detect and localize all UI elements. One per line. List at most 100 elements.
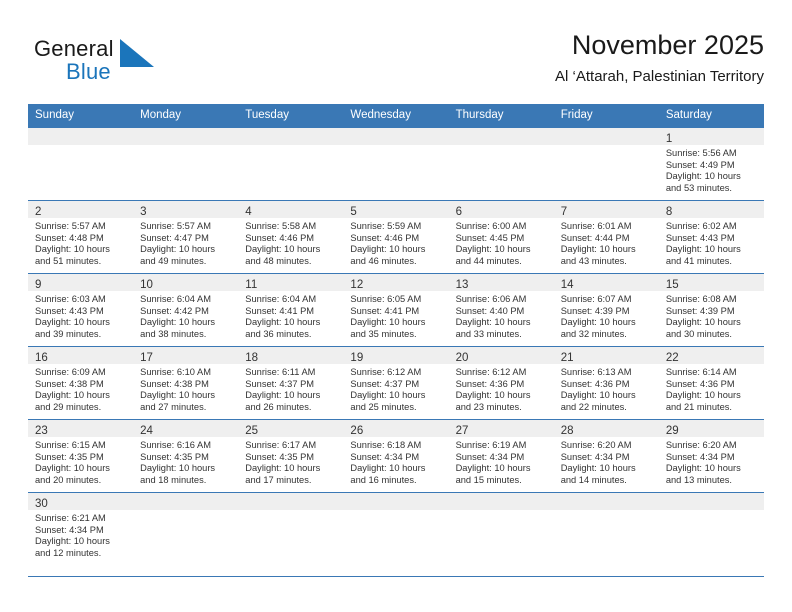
sunrise-text: Sunrise: 6:04 AM	[140, 294, 211, 304]
calendar-day-cell[interactable]: 9 Sunrise: 6:03 AM Sunset: 4:43 PM Daylight…	[28, 273, 134, 347]
daylight-text-line1: Daylight: 10 hours	[665, 171, 741, 182]
calendar-day-cell[interactable]: 10 Sunrise: 6:04 AM Sunset: 4:42 PM Dayligh…	[133, 273, 239, 347]
day-cell-details: Sunrise: 6:05 AM Sunset: 4:41 PM Daylight:…	[343, 291, 448, 340]
day-cell-inner	[238, 493, 344, 565]
day-cell-inner: 23 Sunrise: 6:15 AM Sunset: 4:35 PM Dayligh…	[28, 420, 134, 492]
sunrise-text: Sunrise: 6:16 AM	[140, 440, 211, 450]
daylight-text-line1: Daylight: 10 hours	[560, 244, 636, 255]
calendar-day-cell[interactable]: 19 Sunrise: 6:12 AM Sunset: 4:37 PM Dayligh…	[343, 346, 449, 420]
calendar-day-cell[interactable]: 27 Sunrise: 6:19 AM Sunset: 4:34 PM Dayligh…	[448, 419, 554, 493]
day-cell-details: Sunrise: 5:58 AM Sunset: 4:46 PM Daylight:…	[238, 218, 343, 267]
calendar-day-cell[interactable]: 22 Sunrise: 6:14 AM Sunset: 4:36 PM Dayligh…	[658, 346, 764, 420]
daylight-text-line2: and 51 minutes.	[35, 255, 102, 266]
day-number: 18	[245, 352, 259, 364]
day-number: 22	[665, 352, 679, 364]
calendar-day-cell[interactable]: 29 Sunrise: 6:20 AM Sunset: 4:34 PM Dayligh…	[658, 419, 764, 493]
day-cell-details: Sunrise: 5:57 AM Sunset: 4:48 PM Daylight:…	[28, 218, 133, 267]
calendar-week-row: 2 Sunrise: 5:57 AM Sunset: 4:48 PM Daylight…	[28, 200, 764, 274]
day-cell-inner: 24 Sunrise: 6:16 AM Sunset: 4:35 PM Dayligh…	[133, 420, 239, 492]
day-cell-inner	[133, 493, 239, 565]
day-cell-inner: 11 Sunrise: 6:04 AM Sunset: 4:41 PM Dayligh…	[238, 274, 344, 346]
calendar-day-cell[interactable]: 8 Sunrise: 6:02 AM Sunset: 4:43 PM Daylight…	[658, 200, 764, 274]
day-cell-inner: 1 Sunrise: 5:56 AM Sunset: 4:49 PM Daylight…	[658, 128, 764, 200]
calendar-day-cell[interactable]: 12 Sunrise: 6:05 AM Sunset: 4:41 PM Dayligh…	[343, 273, 449, 347]
calendar-day-cell[interactable]: 18 Sunrise: 6:11 AM Sunset: 4:37 PM Dayligh…	[238, 346, 344, 420]
calendar-page: General Blue November 2025 Al ‘Attarah, …	[0, 0, 792, 612]
calendar-day-cell[interactable]: 16 Sunrise: 6:09 AM Sunset: 4:38 PM Dayligh…	[28, 346, 134, 420]
day-number: 11	[245, 279, 258, 291]
calendar-day-cell[interactable]: 26 Sunrise: 6:18 AM Sunset: 4:34 PM Dayligh…	[343, 419, 449, 493]
brand-logo[interactable]: General Blue	[34, 36, 224, 94]
calendar-day-cell-empty	[238, 127, 344, 201]
day-cell-inner: 4 Sunrise: 5:58 AM Sunset: 4:46 PM Daylight…	[238, 201, 344, 273]
sunset-text: Sunset: 4:45 PM	[455, 232, 525, 243]
calendar-day-cell[interactable]: 15 Sunrise: 6:08 AM Sunset: 4:39 PM Dayligh…	[658, 273, 764, 347]
calendar-day-cell-empty	[658, 492, 764, 565]
sunset-text: Sunset: 4:39 PM	[560, 305, 630, 316]
day-number-band	[553, 128, 659, 145]
calendar-day-cell[interactable]: 2 Sunrise: 5:57 AM Sunset: 4:48 PM Daylight…	[28, 200, 134, 274]
daylight-text-line2: and 33 minutes.	[455, 328, 522, 339]
sunrise-text: Sunrise: 5:58 AM	[245, 221, 317, 231]
day-number: 14	[560, 279, 574, 291]
sunset-text: Sunset: 4:36 PM	[455, 378, 525, 389]
calendar-day-cell[interactable]: 3 Sunrise: 5:57 AM Sunset: 4:47 PM Daylight…	[133, 200, 239, 274]
calendar-day-cell[interactable]: 4 Sunrise: 5:58 AM Sunset: 4:46 PM Daylight…	[238, 200, 344, 274]
sunrise-text: Sunrise: 6:12 AM	[350, 367, 422, 377]
day-cell-inner	[343, 493, 449, 565]
daylight-text-line2: and 36 minutes.	[245, 328, 312, 339]
day-cell-inner: 26 Sunrise: 6:18 AM Sunset: 4:34 PM Dayligh…	[343, 420, 449, 492]
day-cell-inner: 25 Sunrise: 6:17 AM Sunset: 4:35 PM Dayligh…	[238, 420, 344, 492]
weekday-header-friday: Friday	[553, 104, 659, 128]
calendar-day-cell[interactable]: 11 Sunrise: 6:04 AM Sunset: 4:41 PM Dayligh…	[238, 273, 344, 347]
day-number: 27	[455, 425, 469, 437]
calendar-day-cell[interactable]: 1 Sunrise: 5:56 AM Sunset: 4:49 PM Daylight…	[658, 127, 764, 201]
calendar-day-cell[interactable]: 13 Sunrise: 6:06 AM Sunset: 4:40 PM Dayligh…	[448, 273, 554, 347]
sunset-text: Sunset: 4:36 PM	[665, 378, 735, 389]
calendar-day-cell[interactable]: 7 Sunrise: 6:01 AM Sunset: 4:44 PM Daylight…	[553, 200, 659, 274]
day-cell-inner: 8 Sunrise: 6:02 AM Sunset: 4:43 PM Daylight…	[658, 201, 764, 273]
calendar-table: Sunday Monday Tuesday Wednesday Thursday…	[28, 104, 764, 565]
daylight-text-line1: Daylight: 10 hours	[140, 390, 216, 401]
calendar-day-cell[interactable]: 20 Sunrise: 6:12 AM Sunset: 4:36 PM Dayligh…	[448, 346, 554, 420]
day-number-band: 19	[343, 347, 449, 364]
daylight-text-line1: Daylight: 10 hours	[350, 244, 426, 255]
sunset-text: Sunset: 4:34 PM	[455, 451, 525, 462]
sunset-text: Sunset: 4:46 PM	[350, 232, 420, 243]
calendar-day-cell[interactable]: 24 Sunrise: 6:16 AM Sunset: 4:35 PM Dayligh…	[133, 419, 239, 493]
day-number-band: 8	[658, 201, 764, 218]
day-number: 29	[665, 425, 679, 437]
day-number-band: 5	[343, 201, 449, 218]
day-number: 6	[455, 206, 462, 218]
calendar-header-row: Sunday Monday Tuesday Wednesday Thursday…	[28, 104, 764, 128]
day-number-band: 30	[28, 493, 134, 510]
daylight-text-line1: Daylight: 10 hours	[35, 244, 110, 255]
daylight-text-line1: Daylight: 10 hours	[245, 463, 321, 474]
daylight-text-line2: and 16 minutes.	[350, 474, 417, 485]
calendar-day-cell[interactable]: 28 Sunrise: 6:20 AM Sunset: 4:34 PM Dayligh…	[553, 419, 659, 493]
day-number-band: 6	[448, 201, 554, 218]
calendar-day-cell[interactable]: 21 Sunrise: 6:13 AM Sunset: 4:36 PM Dayligh…	[553, 346, 659, 420]
calendar-day-cell-empty	[553, 127, 659, 201]
sunset-text: Sunset: 4:41 PM	[245, 305, 315, 316]
day-cell-details: Sunrise: 6:03 AM Sunset: 4:43 PM Daylight:…	[28, 291, 133, 340]
calendar-day-cell[interactable]: 6 Sunrise: 6:00 AM Sunset: 4:45 PM Daylight…	[448, 200, 554, 274]
day-number: 7	[560, 206, 568, 218]
calendar-week-row: 1 Sunrise: 5:56 AM Sunset: 4:49 PM Daylight…	[28, 127, 764, 201]
daylight-text-line2: and 43 minutes.	[560, 255, 627, 266]
day-number-band: 3	[133, 201, 239, 218]
daylight-text-line2: and 46 minutes.	[350, 255, 417, 266]
sunrise-text: Sunrise: 6:05 AM	[350, 294, 422, 304]
day-cell-details: Sunrise: 6:13 AM Sunset: 4:36 PM Daylight:…	[554, 364, 659, 413]
day-number-band	[238, 493, 344, 510]
calendar-day-cell[interactable]: 25 Sunrise: 6:17 AM Sunset: 4:35 PM Dayligh…	[238, 419, 344, 493]
calendar-day-cell[interactable]: 30 Sunrise: 6:21 AM Sunset: 4:34 PM Dayligh…	[28, 492, 134, 565]
calendar-day-cell[interactable]: 17 Sunrise: 6:10 AM Sunset: 4:38 PM Dayligh…	[133, 346, 239, 420]
calendar-day-cell-empty	[343, 127, 449, 201]
sunset-text: Sunset: 4:42 PM	[140, 305, 209, 316]
calendar-day-cell[interactable]: 5 Sunrise: 5:59 AM Sunset: 4:46 PM Daylight…	[343, 200, 449, 274]
day-number: 12	[350, 279, 364, 291]
calendar-day-cell[interactable]: 14 Sunrise: 6:07 AM Sunset: 4:39 PM Dayligh…	[553, 273, 659, 347]
calendar-day-cell[interactable]: 23 Sunrise: 6:15 AM Sunset: 4:35 PM Dayligh…	[28, 419, 134, 493]
sunrise-text: Sunrise: 6:18 AM	[350, 440, 422, 450]
